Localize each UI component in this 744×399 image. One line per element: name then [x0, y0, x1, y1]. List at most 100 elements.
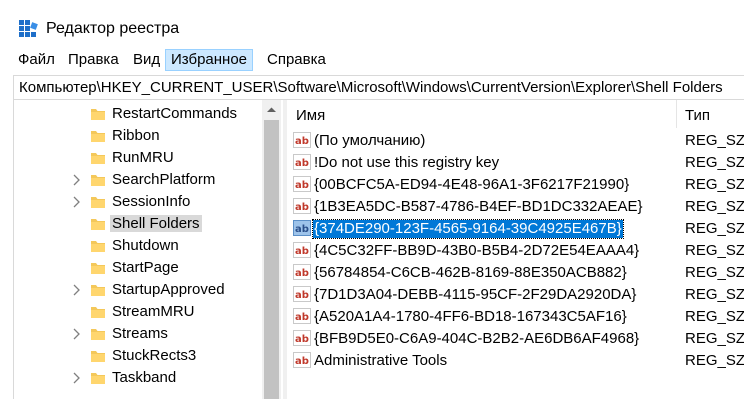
key-tree[interactable]: RestartCommands Ribbon RunMRU SearchPlat…	[13, 100, 284, 399]
chevron-right-icon[interactable]	[71, 328, 81, 340]
menu-file[interactable]: Файл	[13, 49, 60, 71]
scroll-thumb[interactable]	[264, 120, 279, 399]
svg-text:ab: ab	[295, 202, 309, 213]
values-list[interactable]: Имя Тип ab (По умолчанию) REG_SZ ab !Do …	[287, 100, 744, 399]
string-value-icon: ab	[293, 220, 311, 236]
menu-edit[interactable]: Правка	[63, 49, 124, 71]
folder-icon	[91, 109, 105, 120]
tree-item-label: Streams	[112, 325, 168, 342]
svg-text:ab: ab	[295, 268, 309, 279]
value-row[interactable]: ab {4C5C32FF-BB9D-43B0-B5B4-2D72E54EAAA4…	[287, 240, 744, 262]
value-name: {56784854-C6CB-462B-8169-88E350ACB882}	[314, 264, 627, 281]
tree-item-streammru[interactable]: StreamMRU	[14, 301, 262, 323]
svg-text:ab: ab	[295, 158, 309, 169]
value-type: REG_SZ	[685, 352, 744, 369]
column-separator[interactable]	[676, 100, 677, 128]
tree-item-label: StartPage	[112, 259, 179, 276]
tree-item-label: RunMRU	[112, 149, 174, 166]
value-row[interactable]: ab {56784854-C6CB-462B-8169-88E350ACB882…	[287, 262, 744, 284]
tree-item-searchplatform[interactable]: SearchPlatform	[14, 169, 262, 191]
tree-item-streams[interactable]: Streams	[14, 323, 262, 345]
value-name: {7D1D3A04-DEBB-4115-95CF-2F29DA2920DA}	[314, 286, 637, 303]
value-name: {4C5C32FF-BB9D-43B0-B5B4-2D72E54EAAA4}	[314, 242, 640, 259]
tree-item-startupapproved[interactable]: StartupApproved	[14, 279, 262, 301]
value-type: REG_SZ	[685, 132, 744, 149]
tree-item-restartcommands[interactable]: RestartCommands	[14, 103, 262, 125]
value-row[interactable]: ab {7D1D3A04-DEBB-4115-95CF-2F29DA2920DA…	[287, 284, 744, 306]
chevron-right-icon[interactable]	[71, 174, 81, 186]
tree-item-label: Ribbon	[112, 127, 160, 144]
value-type: REG_SZ	[685, 176, 744, 193]
regedit-icon	[19, 20, 38, 37]
folder-icon	[91, 263, 105, 274]
svg-text:ab: ab	[295, 224, 309, 235]
string-value-icon: ab	[293, 154, 311, 170]
tree-item-label: Shell Folders	[110, 215, 202, 232]
value-name: {1B3EA5DC-B587-4786-B4EF-BD1DC332AEAE}	[314, 198, 643, 215]
folder-icon	[91, 241, 105, 252]
value-row[interactable]: ab Administrative Tools REG_SZ	[287, 350, 744, 372]
tree-item-startpage[interactable]: StartPage	[14, 257, 262, 279]
chevron-right-icon[interactable]	[71, 196, 81, 208]
value-type: REG_SZ	[685, 154, 744, 171]
string-value-icon: ab	[293, 176, 311, 192]
value-type: REG_SZ	[685, 264, 744, 281]
menu-view[interactable]: Вид	[128, 49, 165, 71]
folder-icon	[91, 131, 105, 142]
address-bar[interactable]: Компьютер\HKEY_CURRENT_USER\Software\Mic…	[13, 75, 744, 100]
tree-item-shutdown[interactable]: Shutdown	[14, 235, 262, 257]
value-type: REG_SZ	[685, 308, 744, 325]
tree-item-label: SearchPlatform	[112, 171, 216, 188]
tree-item-label: SessionInfo	[112, 193, 191, 210]
tree-item-label: StartupApproved	[112, 281, 225, 298]
svg-text:ab: ab	[295, 290, 309, 301]
string-value-icon: ab	[293, 242, 311, 258]
scroll-up-icon[interactable]	[262, 102, 281, 118]
svg-text:ab: ab	[295, 246, 309, 257]
value-row[interactable]: ab {A520A1A4-1780-4FF6-BD18-167343C5AF16…	[287, 306, 744, 328]
tree-item-ribbon[interactable]: Ribbon	[14, 125, 262, 147]
address-path: Компьютер\HKEY_CURRENT_USER\Software\Mic…	[19, 79, 723, 96]
menu-favorites[interactable]: Избранное	[165, 49, 254, 71]
folder-icon	[91, 351, 105, 362]
value-row[interactable]: ab (По умолчанию) REG_SZ	[287, 130, 744, 152]
tree-item-label: RestartCommands	[112, 105, 238, 122]
column-header-type[interactable]: Тип	[685, 100, 710, 128]
svg-text:ab: ab	[295, 312, 309, 323]
string-value-icon: ab	[293, 352, 311, 368]
value-name: (По умолчанию)	[314, 132, 426, 149]
value-name: {BFB9D5E0-C6A9-404C-B2B2-AE6DB6AF4968}	[314, 330, 640, 347]
folder-icon	[91, 285, 105, 296]
folder-icon	[91, 197, 105, 208]
chevron-right-icon[interactable]	[71, 284, 81, 296]
value-name: {00BCFC5A-ED94-4E48-96A1-3F6217F21990}	[314, 176, 630, 193]
tree-item-label: Shutdown	[112, 237, 179, 254]
chevron-right-icon[interactable]	[71, 372, 81, 384]
string-value-icon: ab	[293, 264, 311, 280]
tree-item-label: StuckRects3	[112, 347, 197, 364]
string-value-icon: ab	[293, 308, 311, 324]
value-row[interactable]: ab {00BCFC5A-ED94-4E48-96A1-3F6217F21990…	[287, 174, 744, 196]
value-name: {A520A1A4-1780-4FF6-BD18-167343C5AF16}	[314, 308, 627, 325]
window-title: Редактор реестра	[46, 20, 180, 37]
value-type: REG_SZ	[685, 220, 744, 237]
tree-item-taskband[interactable]: Taskband	[14, 367, 262, 389]
value-row-selected[interactable]: ab {374DE290-123F-4565-9164-39C4925E467B…	[287, 218, 744, 240]
tree-item-shell-folders[interactable]: Shell Folders	[14, 213, 262, 235]
svg-text:ab: ab	[295, 136, 309, 147]
folder-icon	[91, 373, 105, 384]
menu-help[interactable]: Справка	[262, 49, 331, 71]
tree-item-stuckrects3[interactable]: StuckRects3	[14, 345, 262, 367]
folder-icon	[91, 175, 105, 186]
folder-icon	[91, 307, 105, 318]
tree-item-sessioninfo[interactable]: SessionInfo	[14, 191, 262, 213]
value-row[interactable]: ab {BFB9D5E0-C6A9-404C-B2B2-AE6DB6AF4968…	[287, 328, 744, 350]
value-row[interactable]: ab {1B3EA5DC-B587-4786-B4EF-BD1DC332AEAE…	[287, 196, 744, 218]
column-header-name[interactable]: Имя	[296, 100, 325, 128]
string-value-icon: ab	[293, 286, 311, 302]
svg-text:ab: ab	[295, 180, 309, 191]
tree-item-runmru[interactable]: RunMRU	[14, 147, 262, 169]
tree-scrollbar[interactable]	[262, 100, 281, 399]
value-row[interactable]: ab !Do not use this registry key REG_SZ	[287, 152, 744, 174]
value-type: REG_SZ	[685, 286, 744, 303]
